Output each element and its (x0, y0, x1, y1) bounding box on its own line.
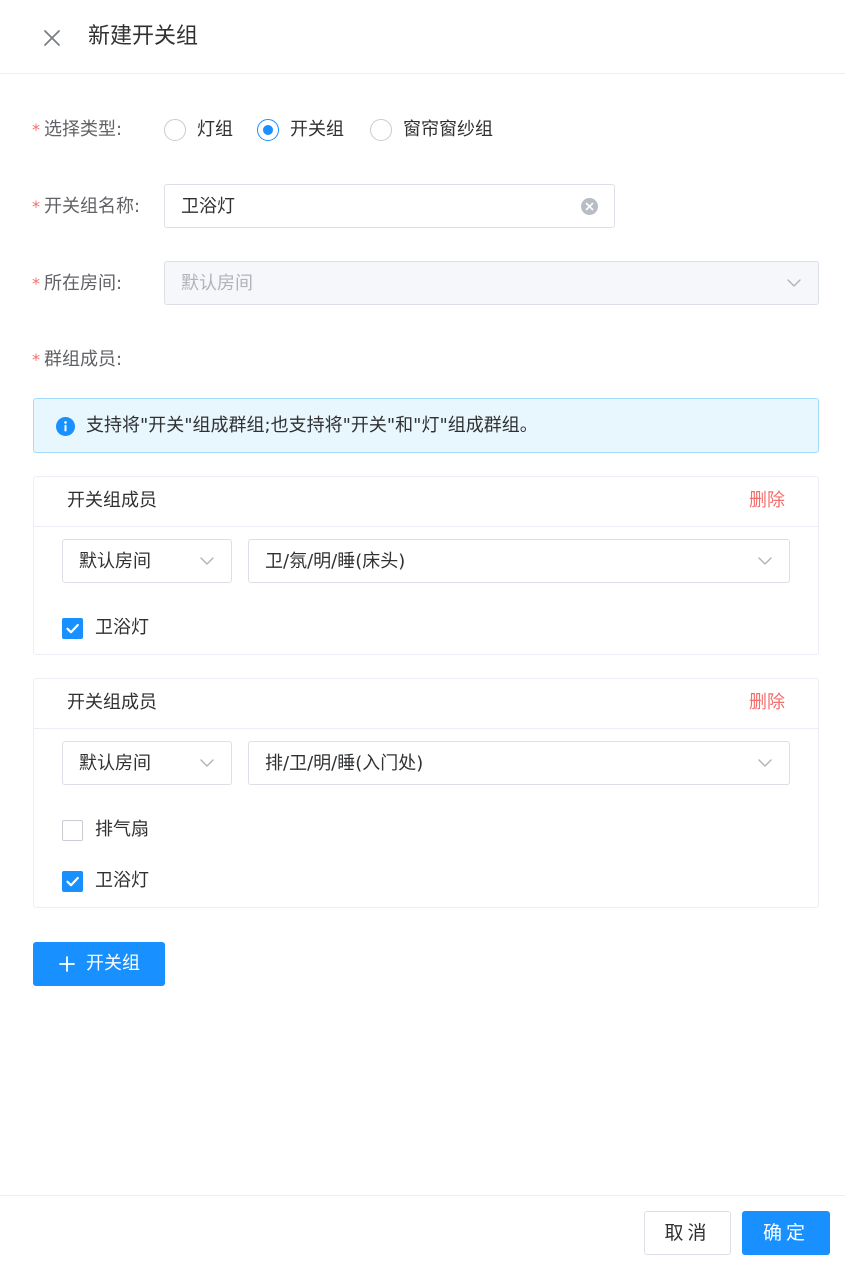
close-icon[interactable] (38, 24, 66, 52)
radio-circle-checked (257, 119, 279, 141)
info-alert-text: 支持将"开关"组成群组;也支持将"开关"和"灯"组成群组。 (86, 415, 538, 436)
chevron-down-icon (199, 553, 215, 569)
radio-light-group[interactable]: 灯组 (164, 118, 233, 142)
member-device-select[interactable]: 卫/氛/明/睡(床头) (248, 539, 790, 583)
type-label: * 选择类型: (32, 119, 123, 140)
radio-switch-group[interactable]: 开关组 (257, 118, 344, 142)
delete-member-button[interactable]: 删除 (749, 691, 785, 715)
chevron-down-icon (199, 755, 215, 771)
required-asterisk: * (32, 350, 40, 369)
member-device-value: 卫/氛/明/睡(床头) (265, 551, 406, 572)
member-channel-label: 排气扇 (95, 819, 149, 840)
member-card-header: 开关组成员 删除 (34, 679, 818, 729)
cancel-button[interactable]: 取消 (644, 1211, 731, 1255)
radio-label: 灯组 (197, 119, 233, 140)
check-icon (62, 870, 83, 892)
member-channel-checkbox[interactable]: 卫浴灯 (62, 616, 149, 640)
info-alert: 支持将"开关"组成群组;也支持将"开关"和"灯"组成群组。 (33, 398, 819, 453)
group-name-input[interactable]: 卫浴灯 (164, 184, 615, 228)
chevron-down-icon (757, 553, 773, 569)
plus-icon (58, 955, 76, 973)
member-card-header: 开关组成员 删除 (34, 477, 818, 527)
dialog-footer: 取消 确定 (0, 1195, 845, 1270)
member-device-select[interactable]: 排/卫/明/睡(入门处) (248, 741, 790, 785)
member-card: 开关组成员 删除 默认房间 卫/氛/明/睡(床头) 卫浴灯 (33, 476, 819, 655)
room-label: * 所在房间: (32, 273, 123, 294)
member-channel-label: 卫浴灯 (95, 870, 149, 891)
check-icon (62, 617, 83, 639)
member-device-value: 排/卫/明/睡(入门处) (265, 753, 424, 774)
dialog-title: 新建开关组 (88, 24, 199, 49)
dialog-header: 新建开关组 (0, 0, 845, 74)
confirm-button[interactable]: 确定 (742, 1211, 830, 1255)
required-asterisk: * (32, 274, 40, 293)
group-name-value: 卫浴灯 (181, 196, 235, 217)
room-select-value: 默认房间 (181, 273, 253, 294)
add-switch-group-button[interactable]: 开关组 (33, 942, 165, 986)
member-room-value: 默认房间 (79, 753, 151, 774)
radio-label: 窗帘窗纱组 (403, 119, 493, 140)
checkbox-box (62, 819, 83, 841)
radio-circle (370, 119, 392, 141)
member-room-select[interactable]: 默认房间 (62, 539, 232, 583)
chevron-down-icon (757, 755, 773, 771)
member-room-select[interactable]: 默认房间 (62, 741, 232, 785)
member-channel-checkbox[interactable]: 卫浴灯 (62, 869, 149, 893)
radio-circle (164, 119, 186, 141)
member-room-value: 默认房间 (79, 551, 151, 572)
member-channel-checkbox[interactable]: 排气扇 (62, 818, 149, 842)
member-channel-label: 卫浴灯 (95, 617, 149, 638)
member-card-title: 开关组成员 (67, 490, 157, 511)
chevron-down-icon (786, 275, 802, 291)
add-button-label: 开关组 (86, 953, 140, 974)
radio-label: 开关组 (290, 119, 344, 140)
member-card: 开关组成员 删除 默认房间 排/卫/明/睡(入门处) 排气扇 卫浴灯 (33, 678, 819, 908)
member-card-title: 开关组成员 (67, 692, 157, 713)
radio-curtain-group[interactable]: 窗帘窗纱组 (370, 118, 493, 142)
members-label: * 群组成员: (32, 349, 123, 370)
required-asterisk: * (32, 120, 40, 139)
delete-member-button[interactable]: 删除 (749, 489, 785, 513)
clear-icon[interactable] (581, 198, 598, 215)
name-label: * 开关组名称: (32, 196, 141, 217)
info-icon (56, 417, 75, 436)
room-select: 默认房间 (164, 261, 819, 305)
required-asterisk: * (32, 197, 40, 216)
